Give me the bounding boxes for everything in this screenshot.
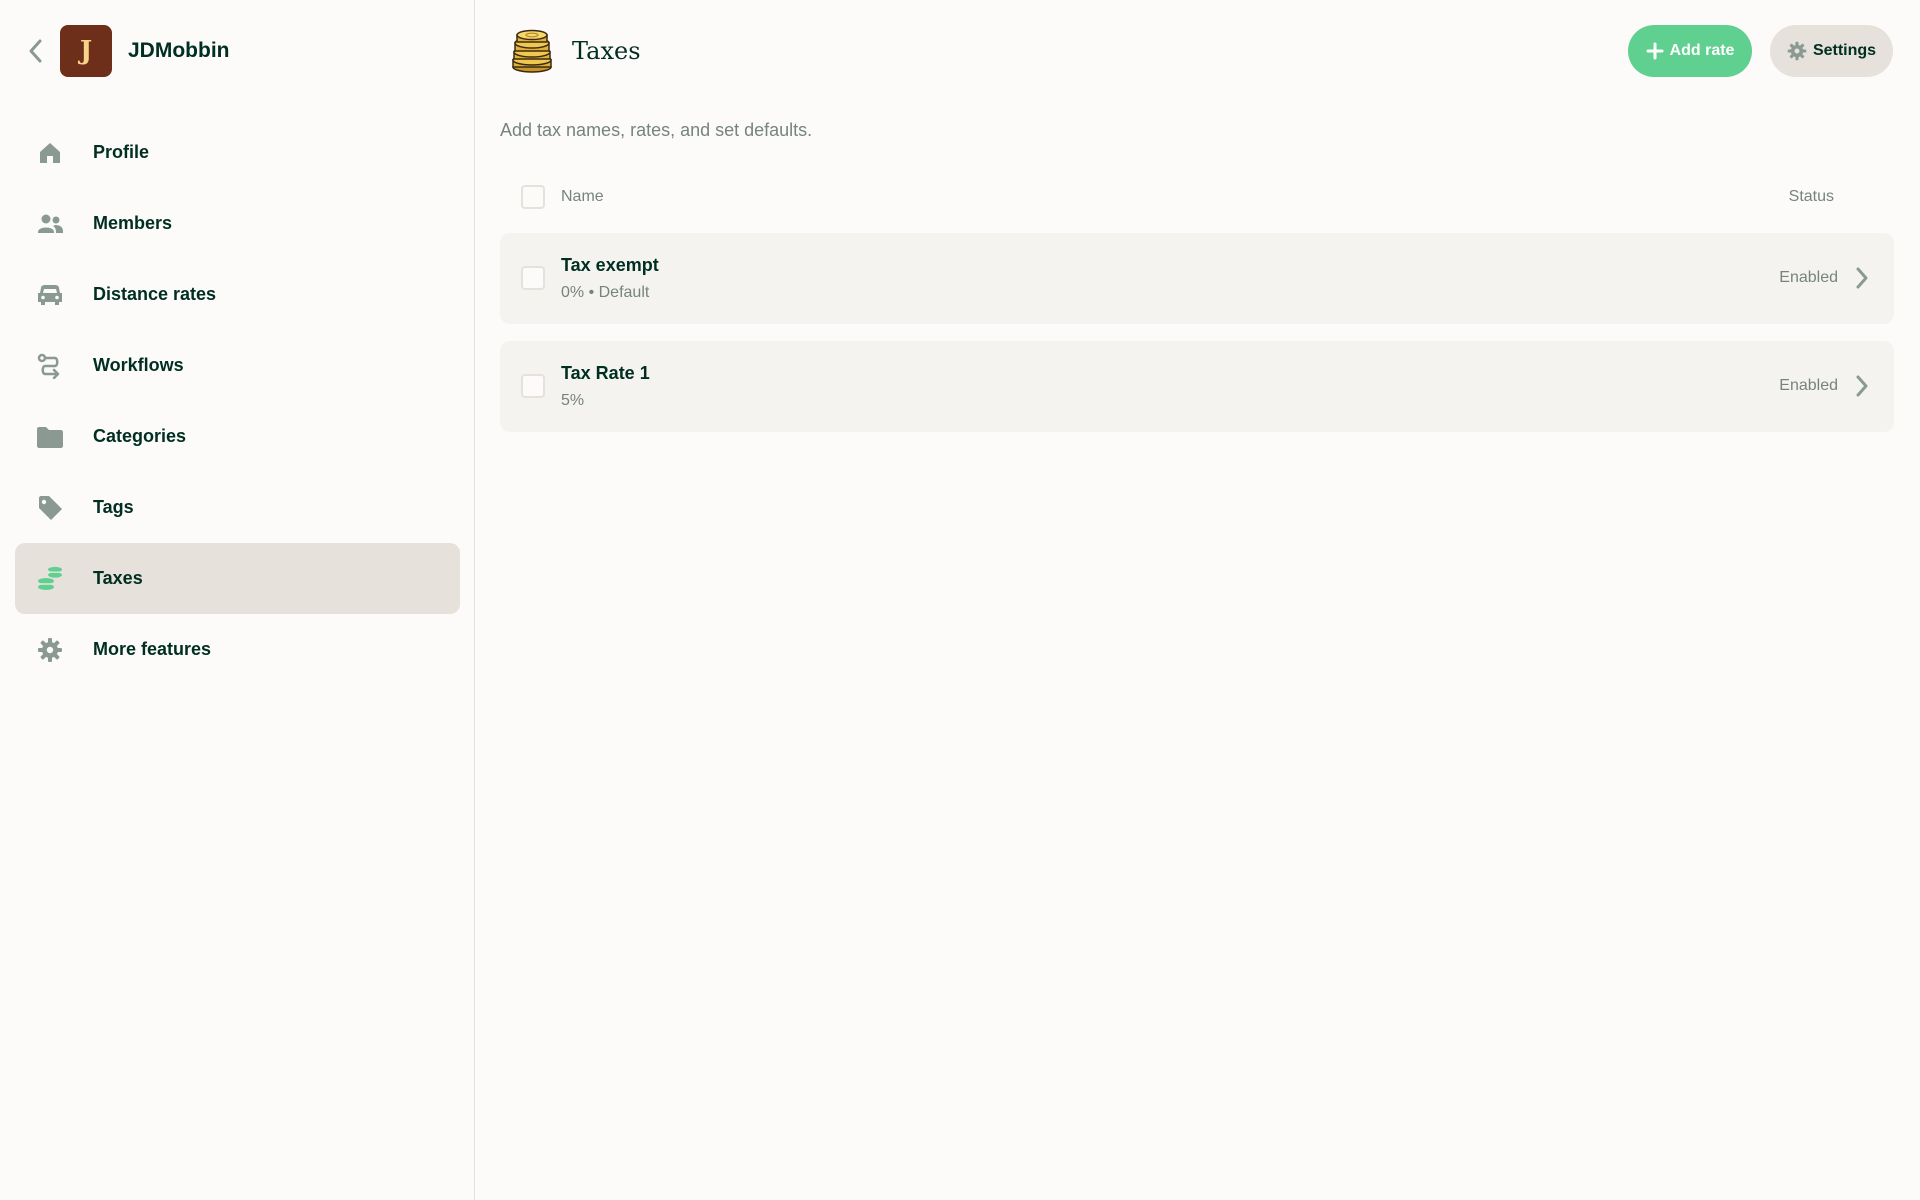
gear-icon <box>36 636 64 664</box>
select-all-checkbox[interactable] <box>521 185 545 209</box>
sidebar-nav: Profile Members Distance rates Workflows <box>15 117 460 685</box>
row-checkbox[interactable] <box>521 374 545 398</box>
tax-rate-detail: 5% <box>561 392 585 409</box>
workspace-avatar[interactable]: J <box>60 25 112 77</box>
sidebar-item-label: Tags <box>93 497 134 517</box>
taxes-table: Name Status Tax exempt 0% • Default Enab… <box>500 178 1894 432</box>
settings-button[interactable]: Settings <box>1770 25 1893 77</box>
page-title: Taxes <box>572 37 641 65</box>
sidebar-item-distance-rates[interactable]: Distance rates <box>15 259 460 330</box>
table-row[interactable]: Tax Rate 1 5% Enabled <box>500 341 1894 432</box>
status-text: Enabled <box>1779 269 1838 286</box>
column-header-name: Name <box>561 188 604 205</box>
sidebar: J JDMobbin Profile Members Distance rate… <box>0 0 475 1200</box>
sidebar-item-label: Profile <box>93 142 150 162</box>
sidebar-item-label: Taxes <box>93 568 143 588</box>
tax-name: Tax exempt <box>561 255 659 275</box>
coins-stack-icon <box>512 29 552 73</box>
table-row[interactable]: Tax exempt 0% • Default Enabled <box>500 233 1894 324</box>
chevron-left-icon <box>29 39 42 63</box>
users-icon <box>36 210 64 238</box>
page-subtitle: Add tax names, rates, and set defaults. <box>500 120 813 140</box>
sidebar-item-label: Members <box>93 213 173 233</box>
add-rate-button[interactable]: Add rate <box>1628 25 1752 77</box>
sidebar-item-profile[interactable]: Profile <box>15 117 460 188</box>
sidebar-item-label: Categories <box>93 426 187 446</box>
table-header: Name Status <box>500 178 1894 216</box>
chevron-right-icon <box>1850 374 1874 398</box>
coins-icon <box>36 565 64 593</box>
sidebar-item-members[interactable]: Members <box>15 188 460 259</box>
app: J JDMobbin Profile Members Distance rate… <box>0 0 1920 1200</box>
tax-name: Tax Rate 1 <box>561 363 650 383</box>
sidebar-item-more-features[interactable]: More features <box>15 614 460 685</box>
tax-rate-detail: 0% • Default <box>561 284 650 301</box>
sidebar-item-label: More features <box>93 639 212 659</box>
chevron-right-icon <box>1850 266 1874 290</box>
row-checkbox[interactable] <box>521 266 545 290</box>
plus-icon <box>1646 42 1664 60</box>
status-text: Enabled <box>1779 377 1838 394</box>
sidebar-item-taxes[interactable]: Taxes <box>15 543 460 614</box>
workspace-header: J JDMobbin <box>20 25 229 77</box>
workspace-name: JDMobbin <box>128 39 230 62</box>
main-content: Taxes Add rate Settings Add tax names, r… <box>475 0 1920 1200</box>
column-header-status: Status <box>1788 188 1834 205</box>
settings-label: Settings <box>1812 42 1877 59</box>
car-icon <box>36 281 64 309</box>
gear-icon <box>1787 41 1807 61</box>
home-icon <box>36 139 64 167</box>
page-header: Taxes Add rate Settings <box>475 25 1920 77</box>
sidebar-item-label: Workflows <box>93 355 184 375</box>
folder-icon <box>36 423 64 451</box>
sidebar-item-categories[interactable]: Categories <box>15 401 460 472</box>
sidebar-item-label: Distance rates <box>93 284 217 304</box>
sidebar-item-workflows[interactable]: Workflows <box>15 330 460 401</box>
workflow-icon <box>36 352 64 380</box>
tag-icon <box>36 494 64 522</box>
add-rate-label: Add rate <box>1669 42 1735 59</box>
sidebar-item-tags[interactable]: Tags <box>15 472 460 543</box>
back-button[interactable] <box>20 31 50 71</box>
